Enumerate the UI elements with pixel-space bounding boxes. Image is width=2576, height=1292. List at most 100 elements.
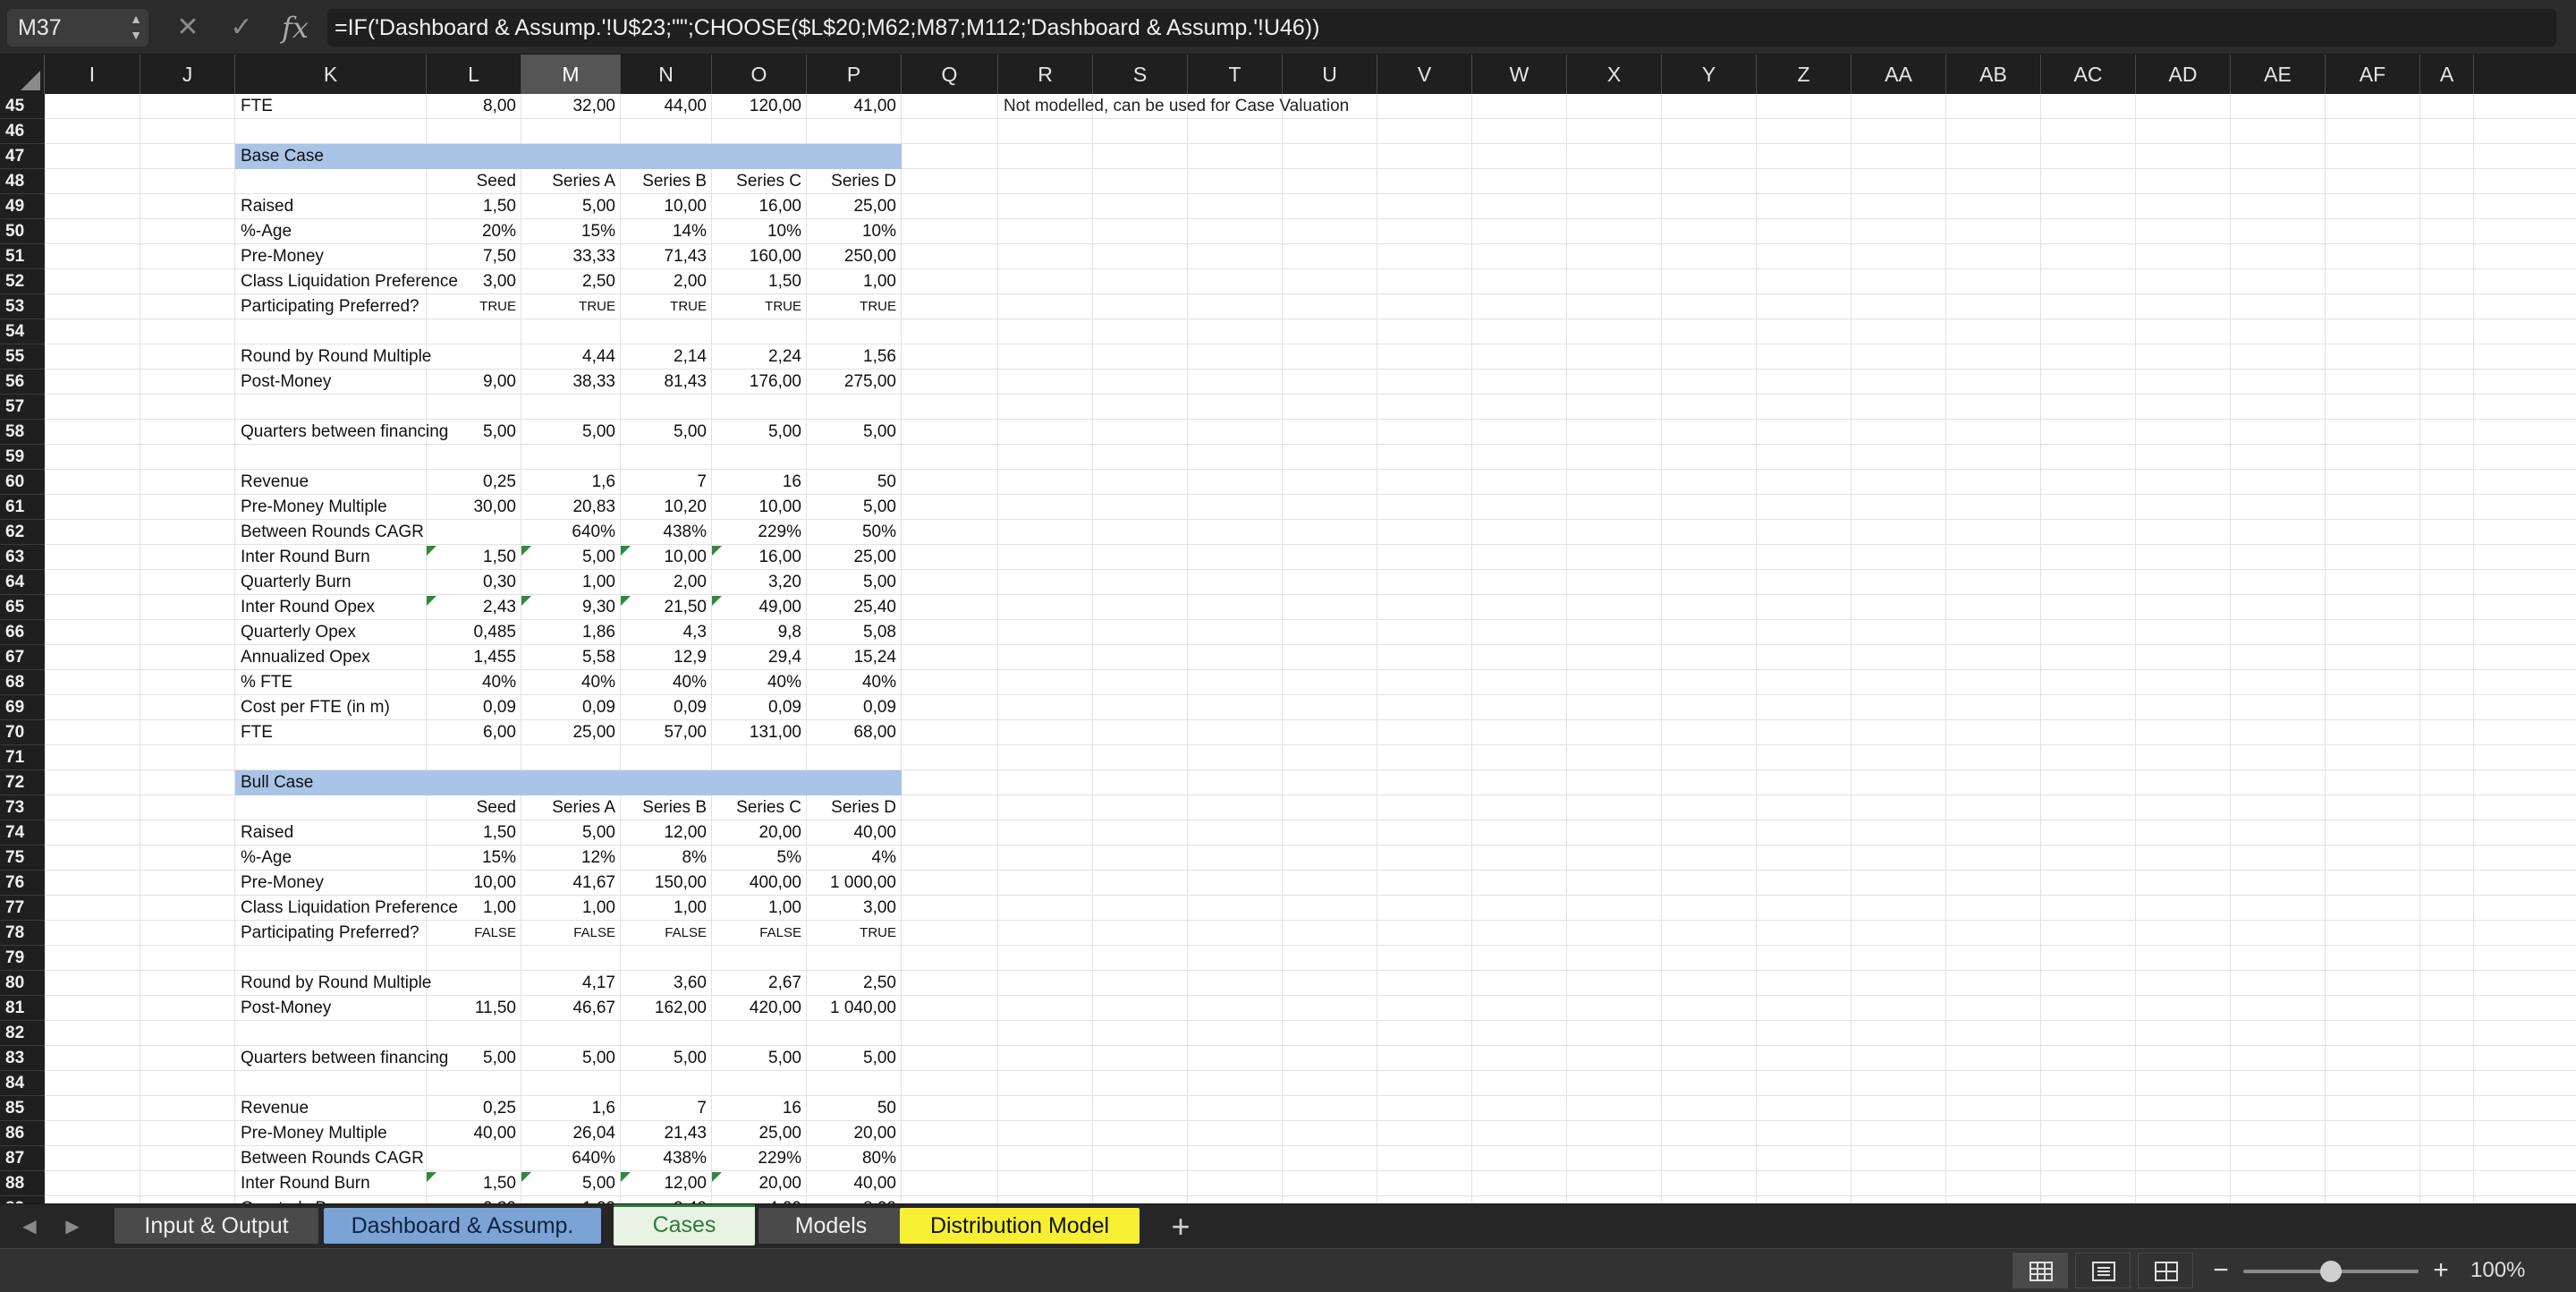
value-cell[interactable]: 5,00 (807, 1046, 902, 1071)
row-header[interactable]: 45 (0, 94, 45, 119)
row-label-cell[interactable]: Post-Money (235, 370, 427, 395)
page-break-view-button[interactable] (2138, 1253, 2193, 1288)
column-header-ab[interactable]: AB (1946, 55, 2041, 94)
value-cell[interactable]: 2,00 (621, 269, 712, 294)
value-cell[interactable]: TRUE (521, 294, 621, 319)
value-cell[interactable]: 14% (621, 219, 712, 244)
value-cell[interactable]: 5,00 (521, 1171, 621, 1196)
value-cell[interactable]: 2,00 (621, 570, 712, 595)
zoom-out-button[interactable]: − (2207, 1253, 2234, 1288)
column-header-i[interactable]: I (45, 55, 140, 94)
confirm-formula-icon[interactable]: ✓ (224, 9, 259, 47)
sheet-tab[interactable]: Input & Output (114, 1208, 318, 1244)
value-cell[interactable]: 1 040,00 (807, 996, 902, 1021)
sheet-tab[interactable]: Models (758, 1208, 903, 1244)
value-cell[interactable]: 275,00 (807, 370, 902, 395)
value-cell[interactable]: Series B (621, 169, 712, 194)
value-cell[interactable]: 5% (712, 846, 807, 871)
value-cell[interactable]: 25,00 (712, 1121, 807, 1146)
cell-area[interactable]: FTE 8,00 32,00 44,00 120,00 41,00 Not modelled… (45, 94, 2576, 1203)
value-cell[interactable]: 6,00 (427, 720, 521, 745)
name-box-stepper-icon[interactable]: ▲ ▼ (127, 11, 145, 45)
value-cell[interactable]: 0,09 (521, 695, 621, 720)
value-cell[interactable]: 41,00 (807, 94, 902, 119)
value-cell[interactable]: TRUE (807, 921, 902, 946)
row-header[interactable]: 85 (0, 1096, 45, 1121)
value-cell[interactable]: 7 (621, 1096, 712, 1121)
row-label-cell[interactable]: Quarters between financing (235, 1046, 448, 1071)
row-label-cell[interactable]: Pre-Money (235, 871, 427, 896)
row-header[interactable]: 77 (0, 896, 45, 921)
value-cell[interactable]: 131,00 (712, 720, 807, 745)
insert-function-icon[interactable]: fx (277, 9, 313, 47)
column-header-j[interactable]: J (140, 55, 235, 94)
value-cell[interactable]: 1,50 (427, 1171, 521, 1196)
value-cell[interactable]: 4,44 (521, 344, 621, 370)
row-label-cell[interactable]: Pre-Money Multiple (235, 495, 427, 520)
row-label-cell[interactable]: FTE (235, 720, 427, 745)
value-cell[interactable]: 29,4 (712, 645, 807, 670)
value-cell[interactable]: 8,00 (427, 94, 521, 119)
value-cell[interactable]: 20,00 (807, 1121, 902, 1146)
value-cell[interactable]: 3,00 (807, 896, 902, 921)
row-label-cell[interactable]: % FTE (235, 670, 427, 695)
value-cell[interactable]: 5,00 (521, 1046, 621, 1071)
prev-sheet-icon[interactable]: ◀ (16, 1204, 43, 1249)
value-cell[interactable]: 21,43 (621, 1121, 712, 1146)
row-label-cell[interactable]: Inter Round Burn (235, 545, 427, 570)
row-label-cell[interactable]: Round by Round Multiple (235, 971, 431, 996)
row-label-cell[interactable]: Round by Round Multiple (235, 344, 431, 370)
row-label-cell[interactable]: Raised (235, 194, 427, 219)
cancel-formula-icon[interactable]: ✕ (170, 9, 206, 47)
row-header[interactable]: 54 (0, 319, 45, 344)
value-cell[interactable]: 640% (521, 520, 621, 545)
value-cell[interactable]: 20,83 (521, 495, 621, 520)
row-label-cell[interactable]: Base Case (235, 144, 427, 169)
value-cell[interactable]: 50 (807, 470, 902, 495)
value-cell[interactable]: Series C (712, 169, 807, 194)
value-cell[interactable]: 5,00 (427, 1046, 521, 1071)
value-cell[interactable]: 10% (807, 219, 902, 244)
value-cell[interactable]: 2,43 (427, 595, 521, 620)
row-label-cell[interactable]: Pre-Money (235, 244, 427, 269)
row-header[interactable]: 79 (0, 946, 45, 971)
column-header-a[interactable]: A (2420, 55, 2474, 94)
value-cell[interactable]: 12,9 (621, 645, 712, 670)
column-header-n[interactable]: N (621, 55, 712, 94)
error-indicator-icon[interactable] (712, 596, 722, 606)
row-header[interactable]: 86 (0, 1121, 45, 1146)
value-cell[interactable]: 9,8 (712, 620, 807, 645)
column-header-ae[interactable]: AE (2231, 55, 2326, 94)
row-header[interactable]: 84 (0, 1071, 45, 1096)
value-cell[interactable]: 1,00 (521, 896, 621, 921)
value-cell[interactable]: 40% (807, 670, 902, 695)
value-cell[interactable]: 16 (712, 470, 807, 495)
value-cell[interactable]: 9,30 (521, 595, 621, 620)
value-cell[interactable]: Series C (712, 795, 807, 820)
value-cell[interactable]: 0,25 (427, 1096, 521, 1121)
row-header[interactable]: 69 (0, 695, 45, 720)
value-cell[interactable]: 46,67 (521, 996, 621, 1021)
error-indicator-icon[interactable] (521, 546, 531, 556)
value-cell[interactable]: 2,50 (807, 971, 902, 996)
row-header[interactable]: 73 (0, 795, 45, 820)
value-cell[interactable]: 5,00 (521, 545, 621, 570)
row-header[interactable]: 68 (0, 670, 45, 695)
value-cell[interactable]: 1,50 (427, 820, 521, 846)
value-cell[interactable]: 2,67 (712, 971, 807, 996)
column-header-k[interactable]: K (235, 55, 427, 94)
value-cell[interactable]: 25,00 (807, 194, 902, 219)
row-label-cell[interactable]: Pre-Money Multiple (235, 1121, 427, 1146)
row-header[interactable]: 78 (0, 921, 45, 946)
value-cell[interactable]: 438% (621, 1146, 712, 1171)
value-cell[interactable]: Series D (807, 169, 902, 194)
row-label-cell[interactable]: Quarterly Opex (235, 620, 427, 645)
value-cell[interactable]: 7 (621, 470, 712, 495)
value-cell[interactable]: 438% (621, 520, 712, 545)
value-cell[interactable]: 4,3 (621, 620, 712, 645)
row-label-cell[interactable]: Class Liquidation Preference (235, 896, 458, 921)
value-cell[interactable]: 5,08 (807, 620, 902, 645)
value-cell[interactable]: 33,33 (521, 244, 621, 269)
value-cell[interactable]: 5,00 (521, 194, 621, 219)
value-cell[interactable]: TRUE (712, 294, 807, 319)
